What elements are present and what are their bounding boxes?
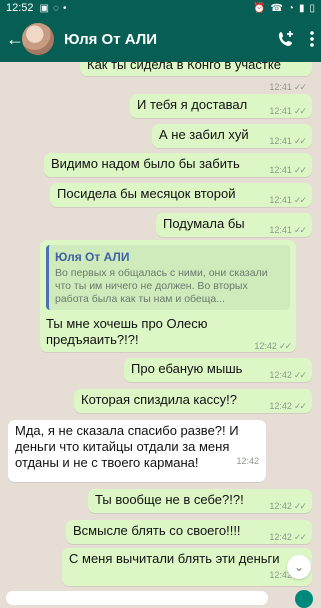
message-time: 12:42 <box>254 341 277 351</box>
gallery-icon: ▣ <box>39 2 49 14</box>
arrow-left-icon[interactable]: ← <box>6 29 24 50</box>
wifi-icon: ◔ <box>287 2 294 14</box>
double-check-icon: ✓✓ <box>293 370 307 380</box>
contact-name[interactable]: Юля От АЛИ <box>64 31 277 48</box>
double-check-icon: ✓✓ <box>293 225 307 235</box>
message-time: 12:42 <box>236 456 259 466</box>
message-input[interactable] <box>6 591 268 605</box>
call-icon: ☎ <box>270 2 283 14</box>
status-bar: 12:52 ▣ ◌ • ⏰ ☎ ◔ ▮ ▯ <box>0 0 321 16</box>
message-bubble[interactable]: Посидела бы месяцок второй 12:41 ✓✓ <box>50 183 312 207</box>
message-text: Ты мне хочешь про Олесю предъяаить?!?! <box>46 316 208 347</box>
message-time: 12:41 <box>269 106 292 116</box>
double-check-icon: ✓✓ <box>278 341 292 351</box>
chat-header: ← Юля От АЛИ <box>0 16 321 62</box>
message-time: 12:42 <box>269 501 292 511</box>
message-time: 12:41 <box>269 225 292 235</box>
message-bubble[interactable]: Ты вообще не в себе?!?! 12:42 ✓✓ <box>88 489 312 513</box>
chevron-down-icon: ⌄ <box>293 560 305 574</box>
add-call-icon[interactable] <box>277 30 295 48</box>
message-bubble[interactable]: И тебя я доставал 12:41 ✓✓ <box>130 94 312 118</box>
message-time: 12:42 <box>269 401 292 411</box>
double-check-icon: ✓✓ <box>293 401 307 411</box>
message-bubble[interactable]: Всмысле блять со своего!!!! 12:42 ✓✓ <box>66 520 312 544</box>
message-text: Всмысле блять со своего!!!! <box>73 523 241 538</box>
scroll-down-button[interactable]: ⌄ <box>287 555 311 579</box>
message-text: Видимо надом было бы забить <box>51 156 240 171</box>
quoted-text: Во первых я общалась с ними, они сказали… <box>55 267 268 305</box>
alarm-icon: ⏰ <box>253 2 266 14</box>
reply-message-bubble[interactable]: Юля От АЛИ Во первых я общалась с ними, … <box>40 240 296 352</box>
more-vert-icon[interactable] <box>309 30 315 48</box>
message-bubble[interactable]: Видимо надом было бы забить 12:41 ✓✓ <box>44 153 312 177</box>
message-text: Мда, я не сказала спасибо разве?! И день… <box>15 423 239 470</box>
more-dots-icon: • <box>62 2 67 14</box>
message-time: 12:42 <box>269 370 292 380</box>
double-check-icon: ✓✓ <box>293 501 307 511</box>
double-check-icon: ✓✓ <box>293 106 307 116</box>
message-text: С меня вычитали блять эти деньги <box>69 551 280 566</box>
double-check-icon: ✓✓ <box>293 165 307 175</box>
message-text: А не забил хуй <box>159 127 249 142</box>
double-check-icon: ✓✓ <box>293 82 307 92</box>
message-bubble[interactable]: Которая спиздила кассу!? 12:42 ✓✓ <box>74 389 312 413</box>
status-time: 12:52 <box>6 2 34 14</box>
double-check-icon: ✓✓ <box>293 136 307 146</box>
message-text: Подумала бы <box>163 216 245 231</box>
message-time: 12:41 <box>269 136 292 146</box>
signal-icon: ▮ <box>298 2 305 14</box>
message-time: 12:41 <box>269 165 292 175</box>
message-bubble[interactable]: Про ебаную мышь 12:42 ✓✓ <box>124 358 312 382</box>
avatar[interactable] <box>22 23 54 55</box>
incoming-message-bubble[interactable]: Мда, я не сказала спасибо разве?! И день… <box>8 420 266 482</box>
message-text: Про ебаную мышь <box>131 361 243 376</box>
message-text: Посидела бы месяцок второй <box>57 186 236 201</box>
mic-button[interactable] <box>295 590 313 608</box>
quoted-author: Юля От АЛИ <box>55 250 130 264</box>
quoted-message[interactable]: Юля От АЛИ Во первых я общалась с ними, … <box>46 245 290 310</box>
message-text: Ты вообще не в себе?!?! <box>95 492 244 507</box>
double-check-icon: ✓✓ <box>293 195 307 205</box>
message-bubble[interactable]: А не забил хуй 12:41 ✓✓ <box>152 124 312 148</box>
message-time: 12:41 <box>269 82 292 92</box>
whatsapp-icon: ◌ <box>52 2 59 14</box>
message-bubble[interactable]: С меня вычитали блять эти деньги 12:42✓✓ <box>62 548 312 586</box>
message-list[interactable]: Как ты сидела в Конго в участке 12:41 ✓✓ … <box>0 62 321 600</box>
message-text: Как ты сидела в Конго в участке <box>87 62 281 72</box>
message-time: 12:41 <box>269 195 292 205</box>
message-bubble[interactable]: Подумала бы 12:41 ✓✓ <box>156 213 312 237</box>
battery-icon: ▯ <box>309 2 315 14</box>
message-text: И тебя я доставал <box>137 97 248 112</box>
double-check-icon: ✓✓ <box>293 532 307 542</box>
message-text: Которая спиздила кассу!? <box>81 392 237 407</box>
message-bubble[interactable]: Как ты сидела в Конго в участке 12:41 ✓✓ <box>80 62 312 92</box>
compose-bar <box>0 588 321 608</box>
message-time: 12:42 <box>269 532 292 542</box>
